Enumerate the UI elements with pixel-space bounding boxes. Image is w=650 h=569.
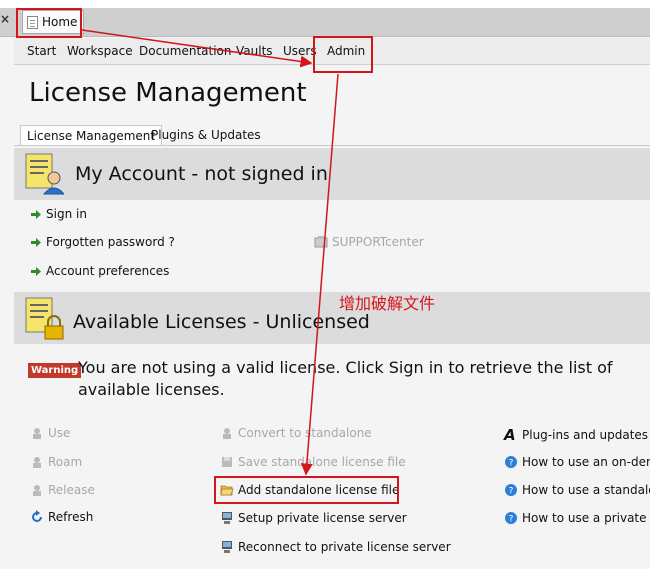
annotation-text: 增加破解文件: [339, 294, 436, 313]
arrow-admin-to-add-license: [300, 73, 339, 476]
annotation-arrows: [81, 29, 339, 476]
arrow-home-to-admin: [81, 29, 313, 68]
